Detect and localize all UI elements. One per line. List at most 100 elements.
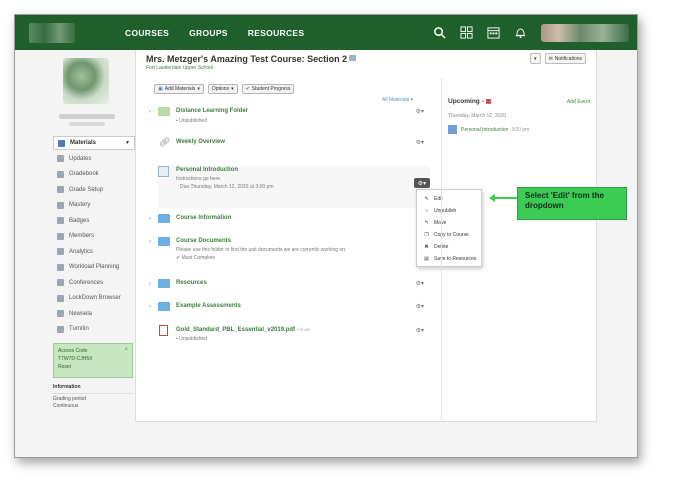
must-complete: ✔ Must Complete [176, 255, 216, 261]
menu-item-save-to-resources[interactable]: ▤ Save to Resources [417, 253, 481, 265]
notifications-bell-icon[interactable] [514, 26, 527, 39]
callout-arrow [493, 197, 517, 199]
grading-period-label: Grading period [53, 396, 87, 402]
menu-item-delete[interactable]: ✖Delete [417, 241, 481, 253]
close-icon[interactable]: × [124, 346, 128, 354]
sidebar-item-mastery[interactable]: Mastery [53, 198, 135, 214]
chevron-right-icon[interactable]: › [149, 109, 151, 115]
upcoming-panel: Upcoming - ▦ Add Event Thursday, March 1… [448, 98, 590, 134]
calendar-icon[interactable]: ▦ [486, 99, 492, 105]
sidebar-item-materials[interactable]: Materials ▼ [53, 136, 135, 150]
delete-icon: ✖ [424, 244, 429, 250]
sidebar-item-badges[interactable]: Badges [53, 213, 135, 229]
gradebook-icon [57, 170, 64, 178]
material-description: Instructions go here. [176, 176, 222, 182]
gear-icon[interactable]: ⚙▾ [416, 108, 424, 115]
notifications-button[interactable]: ✉ Notifications [544, 53, 586, 64]
gear-icon[interactable]: ⚙▾ [416, 303, 424, 310]
add-icon: ▣ [158, 86, 163, 92]
sidebar-item-grade-setup[interactable]: Grade Setup [53, 182, 135, 198]
app-window: COURSES GROUPS RESOURCES Materials ▼ Upd… [14, 14, 638, 458]
add-event-link[interactable]: Add Event [567, 99, 590, 105]
gear-menu-button-active[interactable]: ⚙▾ [414, 178, 430, 188]
turnitin-icon [57, 325, 64, 333]
materials-icon [58, 139, 65, 147]
callout-arrowhead [489, 194, 495, 202]
apps-grid-icon[interactable] [460, 26, 473, 39]
materials-toolbar: ▣ Add Materials ▾ Options ▾ ✔ Student Progre… [154, 84, 295, 94]
gear-icon[interactable]: ⚙▾ [416, 327, 424, 334]
nav-resources[interactable]: RESOURCES [248, 28, 305, 38]
material-name[interactable]: Example Assessments [176, 303, 241, 309]
access-code-box: × Access Code T7W7D-CJH5X Reset [53, 343, 133, 378]
calendar-icon[interactable] [487, 26, 500, 39]
material-name[interactable]: Course Information [176, 215, 231, 221]
material-item: › Distance Learning Folder ▪ Unpublished… [149, 107, 430, 131]
gear-icon[interactable]: ⚙▾ [416, 139, 424, 146]
material-item: Personal Introduction Instructions go he… [158, 166, 430, 208]
chevron-right-icon[interactable]: › [149, 281, 151, 287]
sidebar-item-newsela[interactable]: Newsela [53, 306, 135, 322]
access-code-value: T7W7D-CJH5X [58, 356, 93, 362]
user-account-menu[interactable] [541, 23, 629, 42]
sidebar-item-updates[interactable]: Updates [53, 151, 135, 167]
analytics-icon [57, 248, 64, 256]
nav-links: COURSES GROUPS RESOURCES [125, 28, 304, 38]
upcoming-date: Thursday, March 12, 2020 [448, 113, 506, 119]
material-name[interactable]: Resources [176, 280, 207, 286]
add-materials-button[interactable]: ▣ Add Materials ▾ [154, 84, 204, 94]
sidebar-item-analytics[interactable]: Analytics [53, 244, 135, 260]
upcoming-item[interactable]: Personal Introduction 3:00 pm [448, 125, 529, 134]
all-materials-filter[interactable]: All Materials ▾ [382, 97, 413, 103]
chevron-right-icon[interactable]: › [149, 239, 151, 245]
access-code-reset[interactable]: Reset [58, 363, 128, 371]
sidebar-item-turnitin[interactable]: Turnitin [53, 322, 135, 338]
edit-title-icon[interactable] [349, 55, 357, 61]
options-button[interactable]: Options ▾ [207, 84, 238, 94]
nav-groups[interactable]: GROUPS [189, 28, 228, 38]
assignment-icon [158, 166, 169, 177]
lockdown-icon [57, 294, 64, 302]
sidebar-item-conferences[interactable]: Conferences [53, 275, 135, 291]
sidebar-item-workload-planning[interactable]: Workload Planning [53, 260, 135, 276]
material-name[interactable]: Weekly Overview [176, 139, 225, 145]
access-code-label: Access Code [58, 348, 88, 354]
menu-item-unpublish[interactable]: ○ Unpublish [417, 205, 481, 217]
chevron-right-icon[interactable]: › [149, 216, 151, 222]
sidebar-item-members[interactable]: Members [53, 229, 135, 245]
course-school[interactable]: Fort Lauderdale Upper School [146, 65, 213, 71]
material-item: › Course Documents Please use this folde… [149, 237, 430, 273]
sidebar-menu: Materials ▼ Updates Gradebook Grade Setup… [53, 136, 135, 337]
sidebar-item-lockdown-browser[interactable]: LockDown Browser [53, 291, 135, 307]
chevron-down-icon: ▾ [231, 86, 234, 92]
badges-icon [57, 217, 64, 225]
menu-item-copy-to-course[interactable]: ❐ Copy to Course [417, 229, 481, 241]
school-logo[interactable] [29, 22, 75, 43]
course-name-blurred [59, 114, 115, 119]
course-options-button[interactable]: ▾ [530, 53, 541, 64]
course-section-blurred [69, 122, 105, 126]
material-status: ▪ Unpublished [176, 336, 207, 342]
assignment-icon [448, 125, 457, 134]
course-title: Mrs. Metzger's Amazing Test Course: Sect… [146, 54, 357, 64]
material-name[interactable]: Personal Introduction [176, 167, 238, 173]
gear-icon[interactable]: ⚙▾ [416, 280, 424, 287]
grade-setup-icon [57, 186, 64, 194]
course-main-panel: Mrs. Metzger's Amazing Test Course: Sect… [135, 50, 597, 422]
search-icon[interactable] [433, 26, 446, 39]
material-name[interactable]: Gold_Standard_PBL_Essential_v2019.pdf 17… [176, 327, 310, 333]
sidebar-item-gradebook[interactable]: Gradebook [53, 167, 135, 183]
checkmark-icon: ✔ [245, 86, 250, 92]
menu-item-edit[interactable]: ✎ Edit [417, 193, 481, 205]
material-name[interactable]: Course Documents [176, 238, 231, 244]
nav-courses[interactable]: COURSES [125, 28, 169, 38]
material-name[interactable]: Distance Learning Folder [176, 108, 248, 114]
move-icon: ↰ [424, 220, 429, 226]
updates-icon [57, 155, 64, 163]
material-status: ▪ Unpublished [176, 118, 207, 124]
menu-item-move[interactable]: ↰Move [417, 217, 481, 229]
course-avatar [63, 58, 109, 104]
chevron-right-icon[interactable]: › [149, 304, 151, 310]
save-icon: ▤ [424, 256, 429, 262]
student-progress-button[interactable]: ✔ Student Progress [241, 84, 295, 94]
